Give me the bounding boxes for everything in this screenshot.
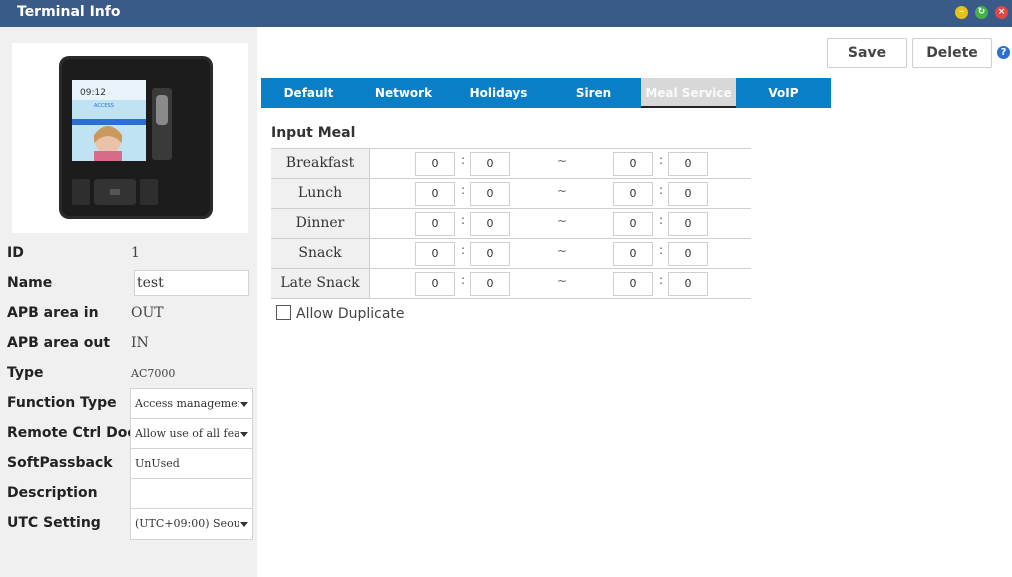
- chevron-down-icon: [240, 432, 248, 437]
- table-row: Dinner 0 : 0 ~ 0 : 0: [271, 209, 751, 239]
- tab-holidays[interactable]: Holidays: [451, 78, 546, 108]
- time-colon: :: [461, 183, 466, 197]
- meal-name: Snack: [271, 239, 370, 268]
- time-colon: :: [461, 153, 466, 167]
- time-colon: :: [461, 213, 466, 227]
- svg-text:09:12: 09:12: [80, 88, 106, 98]
- id-value: 1: [131, 245, 140, 261]
- time-colon: :: [659, 153, 664, 167]
- range-separator: ~: [557, 244, 568, 258]
- description-input[interactable]: [130, 478, 253, 510]
- meal-name: Breakfast: [271, 149, 370, 178]
- time-colon: :: [461, 273, 466, 287]
- end-minute-input[interactable]: 0: [668, 182, 708, 206]
- tab-default[interactable]: Default: [261, 78, 356, 108]
- utc-setting-select[interactable]: (UTC+09:00) Seoul, (: [130, 508, 253, 540]
- start-hour-input[interactable]: 0: [415, 152, 455, 176]
- window-title: Terminal Info: [17, 4, 121, 20]
- maximize-icon[interactable]: ↻: [975, 6, 988, 19]
- apb-in-value: OUT: [131, 305, 164, 321]
- description-label: Description: [7, 485, 98, 501]
- softpassback-label: SoftPassback: [7, 455, 113, 471]
- meal-table: Breakfast 0 : 0 ~ 0 : 0 Lunch 0 : 0 ~ 0 …: [271, 148, 751, 299]
- meal-name: Late Snack: [271, 269, 370, 298]
- end-minute-input[interactable]: 0: [668, 152, 708, 176]
- chevron-down-icon: [240, 402, 248, 407]
- function-type-label: Function Type: [7, 395, 117, 411]
- minimize-icon[interactable]: –: [955, 6, 968, 19]
- start-minute-input[interactable]: 0: [470, 212, 510, 236]
- range-separator: ~: [557, 274, 568, 288]
- start-hour-input[interactable]: 0: [415, 182, 455, 206]
- svg-text:ACCESS: ACCESS: [94, 103, 114, 109]
- end-minute-input[interactable]: 0: [668, 242, 708, 266]
- tab-meal-service[interactable]: Meal Service: [641, 78, 736, 108]
- end-hour-input[interactable]: 0: [613, 272, 653, 296]
- save-button[interactable]: Save: [827, 38, 907, 68]
- time-colon: :: [659, 183, 664, 197]
- help-icon[interactable]: ?: [997, 46, 1010, 59]
- id-label: ID: [7, 245, 24, 261]
- time-colon: :: [659, 213, 664, 227]
- remote-ctrl-door-label: Remote Ctrl Door: [7, 425, 144, 441]
- end-hour-input[interactable]: 0: [613, 212, 653, 236]
- apb-out-label: APB area out: [7, 335, 111, 351]
- table-row: Late Snack 0 : 0 ~ 0 : 0: [271, 269, 751, 299]
- start-minute-input[interactable]: 0: [470, 272, 510, 296]
- range-separator: ~: [557, 154, 568, 168]
- start-hour-input[interactable]: 0: [415, 272, 455, 296]
- time-colon: :: [461, 243, 466, 257]
- start-hour-input[interactable]: 0: [415, 212, 455, 236]
- start-hour-input[interactable]: 0: [415, 242, 455, 266]
- table-row: Breakfast 0 : 0 ~ 0 : 0: [271, 149, 751, 179]
- utc-setting-label: UTC Setting: [7, 515, 101, 531]
- type-label: Type: [7, 365, 44, 381]
- table-row: Lunch 0 : 0 ~ 0 : 0: [271, 179, 751, 209]
- name-input[interactable]: test: [134, 270, 249, 296]
- close-icon[interactable]: ×: [995, 6, 1008, 19]
- tab-voip[interactable]: VoIP: [736, 78, 831, 108]
- device-image: 09:12 ACCESS: [12, 43, 248, 233]
- table-row: Snack 0 : 0 ~ 0 : 0: [271, 239, 751, 269]
- apb-in-label: APB area in: [7, 305, 99, 321]
- apb-out-value: IN: [131, 335, 149, 351]
- tab-network[interactable]: Network: [356, 78, 451, 108]
- section-title: Input Meal: [271, 125, 356, 141]
- time-colon: :: [659, 243, 664, 257]
- start-minute-input[interactable]: 0: [470, 152, 510, 176]
- start-minute-input[interactable]: 0: [470, 242, 510, 266]
- tab-siren[interactable]: Siren: [546, 78, 641, 108]
- delete-button[interactable]: Delete: [912, 38, 992, 68]
- remote-ctrl-door-select[interactable]: Allow use of all features: [130, 418, 253, 450]
- end-minute-input[interactable]: 0: [668, 272, 708, 296]
- allow-duplicate-label: Allow Duplicate: [296, 306, 405, 322]
- start-minute-input[interactable]: 0: [470, 182, 510, 206]
- chevron-down-icon: [240, 522, 248, 527]
- meal-name: Lunch: [271, 179, 370, 208]
- range-separator: ~: [557, 214, 568, 228]
- range-separator: ~: [557, 184, 568, 198]
- end-hour-input[interactable]: 0: [613, 152, 653, 176]
- end-hour-input[interactable]: 0: [613, 242, 653, 266]
- title-bar: Terminal Info – ↻ ×: [0, 0, 1012, 27]
- function-type-select[interactable]: Access management: [130, 388, 253, 420]
- name-label: Name: [7, 275, 53, 291]
- allow-duplicate-checkbox[interactable]: [276, 305, 291, 320]
- softpassback-field[interactable]: UnUsed: [130, 448, 253, 480]
- time-colon: :: [659, 273, 664, 287]
- end-hour-input[interactable]: 0: [613, 182, 653, 206]
- tab-bar: Default Network Holidays Siren Meal Serv…: [261, 78, 831, 108]
- type-value: AC7000: [131, 367, 176, 380]
- end-minute-input[interactable]: 0: [668, 212, 708, 236]
- meal-name: Dinner: [271, 209, 370, 238]
